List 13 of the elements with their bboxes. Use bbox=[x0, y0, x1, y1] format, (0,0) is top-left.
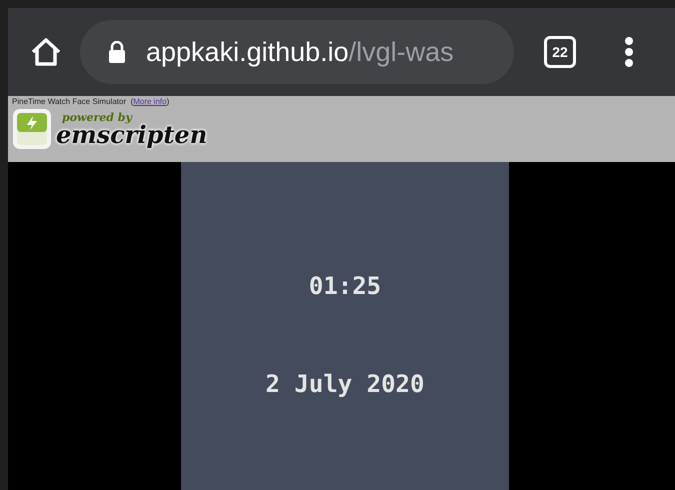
watch-time: 01:25 bbox=[308, 272, 382, 300]
menu-icon[interactable] bbox=[624, 37, 634, 67]
lock-icon bbox=[108, 41, 126, 63]
logo-tagline: powered by bbox=[62, 112, 134, 122]
tab-count-button[interactable]: 22 bbox=[544, 36, 576, 68]
watch-date: 2 July 2020 bbox=[266, 370, 424, 398]
more-info-link[interactable]: More info bbox=[133, 97, 167, 106]
home-icon[interactable] bbox=[30, 37, 62, 67]
emscripten-logo-icon bbox=[12, 108, 52, 150]
url-text: appkaki.github.io/lvgl-was bbox=[146, 36, 454, 68]
page-title: PineTime Watch Face Simulator (More info) bbox=[12, 97, 170, 106]
logo-wordmark: emscripten bbox=[56, 122, 208, 146]
address-bar[interactable]: appkaki.github.io/lvgl-was bbox=[80, 20, 514, 84]
